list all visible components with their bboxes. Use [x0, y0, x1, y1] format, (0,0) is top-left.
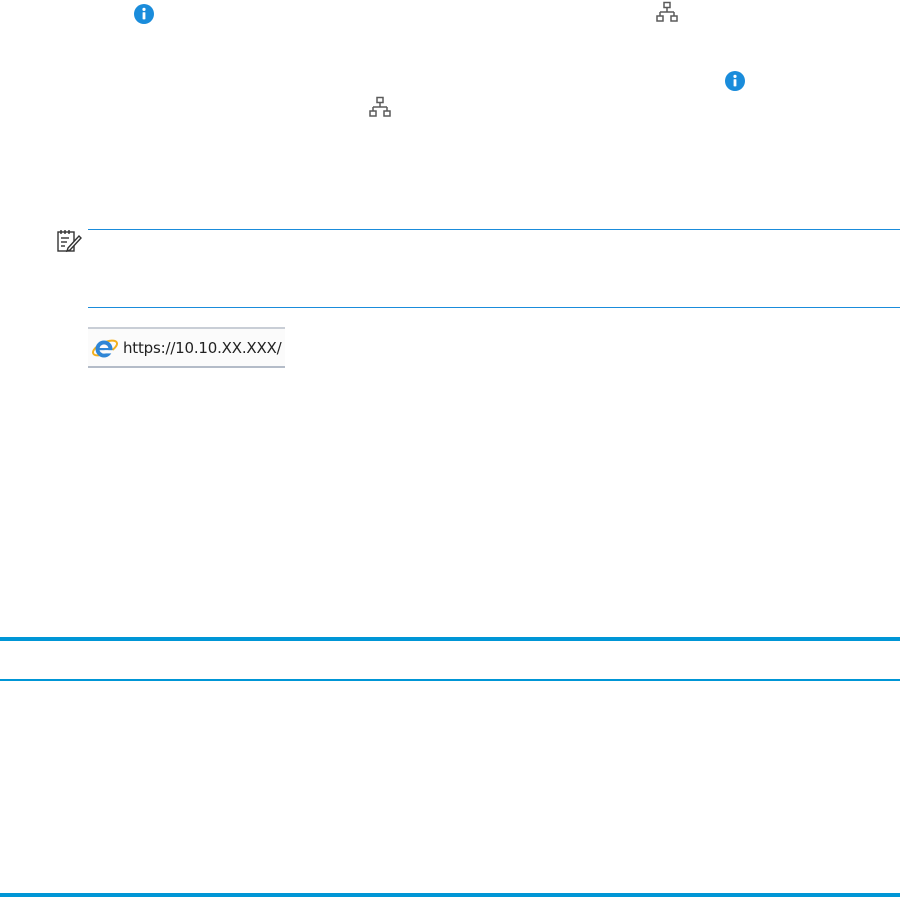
network-icon — [369, 96, 391, 120]
table-bottom-rule — [0, 893, 900, 897]
address-url: https://10.10.XX.XXX/ — [123, 339, 282, 357]
browser-address-bar: https://10.10.XX.XXX/ — [88, 327, 285, 368]
info-icon — [134, 4, 154, 24]
note-bottom-rule — [88, 307, 900, 308]
network-icon — [656, 1, 678, 25]
note-top-rule — [88, 229, 900, 230]
table-top-rule — [0, 637, 900, 641]
internet-explorer-icon — [91, 335, 119, 361]
info-icon — [725, 71, 745, 91]
table-header-rule — [0, 679, 900, 681]
note-icon — [56, 228, 82, 259]
